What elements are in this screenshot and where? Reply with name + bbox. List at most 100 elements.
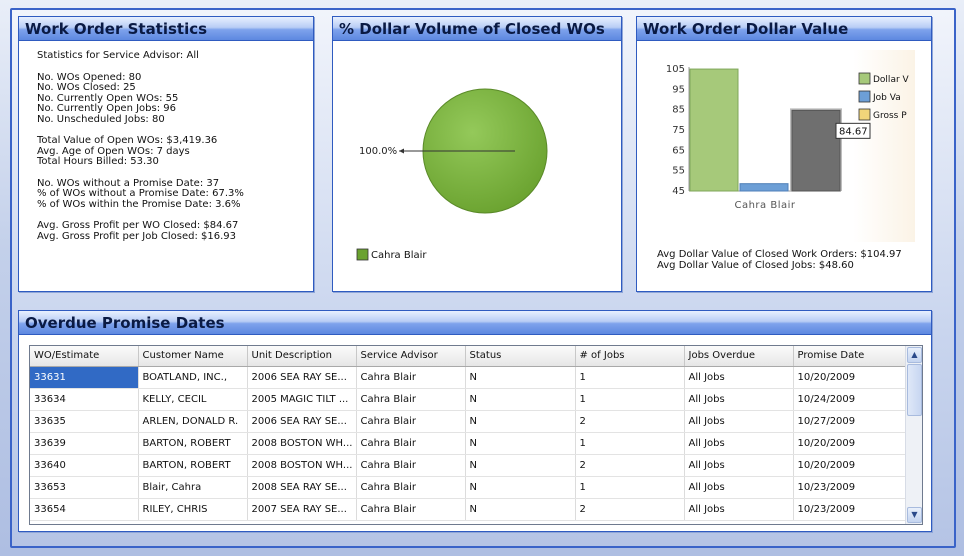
column-header[interactable]: WO/Estimate	[30, 346, 139, 367]
table-row[interactable]: 33653 Blair, Cahra 2008 SEA RAY SE... Cahra…	[30, 476, 907, 499]
table-cell[interactable]: 10/20/2009	[793, 454, 907, 477]
table-cell[interactable]: 1	[575, 366, 685, 389]
column-header[interactable]: # of Jobs	[575, 346, 685, 367]
legend-label: Dollar V	[873, 75, 910, 85]
stat-line: No. Unscheduled Jobs: 80	[37, 113, 165, 125]
table-cell[interactable]: N	[465, 432, 576, 455]
y-tick-label: 45	[672, 186, 685, 197]
table-cell[interactable]: N	[465, 388, 576, 411]
table-row[interactable]: 33654 RILEY, CHRIS 2007 SEA RAY SE... Cahra…	[30, 498, 907, 521]
table-cell[interactable]: N	[465, 454, 576, 477]
table-cell[interactable]: N	[465, 476, 576, 499]
table-cell[interactable]: 2006 SEA RAY SE...	[247, 410, 357, 433]
table-cell[interactable]: 33640	[30, 454, 139, 477]
table-cell[interactable]: 10/27/2009	[793, 410, 907, 433]
legend-label: Job Va	[872, 93, 901, 103]
table-cell[interactable]: Cahra Blair	[356, 454, 466, 477]
table-cell[interactable]: ARLEN, DONALD R.	[138, 410, 248, 433]
legend-label: Cahra Blair	[371, 250, 427, 261]
table-cell[interactable]: 1	[575, 432, 685, 455]
table-cell[interactable]: 2008 BOSTON WH...	[247, 454, 357, 477]
table-row[interactable]: 33639 BARTON, ROBERT 2008 BOSTON WH... Cahr…	[30, 432, 907, 455]
column-header[interactable]: Promise Date	[793, 346, 907, 367]
table-cell[interactable]: All Jobs	[684, 476, 794, 499]
pie-chart: 100.0% Cahra Blair	[356, 88, 548, 261]
table-cell[interactable]: 2005 MAGIC TILT ...	[247, 388, 357, 411]
table-cell[interactable]: 33635	[30, 410, 139, 433]
column-header[interactable]: Unit Description	[247, 346, 357, 367]
bar-chart: 45 55 65 75 85 95 105 84.67 Cahra Blair Dollar V J…	[666, 50, 915, 242]
dollar-value-bar-panel: Work Order Dollar Value 45 55 65 75 85 95 105 8…	[636, 16, 932, 292]
table-cell[interactable]: BOATLAND, INC.,	[138, 366, 248, 389]
table-cell[interactable]: 1	[575, 476, 685, 499]
table-cell[interactable]: 2	[575, 410, 685, 433]
table-cell[interactable]: All Jobs	[684, 410, 794, 433]
table-cell[interactable]: 10/23/2009	[793, 498, 907, 521]
table-cell[interactable]: KELLY, CECIL	[138, 388, 248, 411]
table-body: 33631 BOATLAND, INC., 2006 SEA RAY SE... Ca…	[30, 366, 907, 521]
table-row[interactable]: 33640 BARTON, ROBERT 2008 BOSTON WH... Cahr…	[30, 454, 907, 477]
table-cell[interactable]: N	[465, 410, 576, 433]
table-cell[interactable]: 33653	[30, 476, 139, 499]
table-cell[interactable]: N	[465, 366, 576, 389]
table-cell[interactable]: BARTON, ROBERT	[138, 454, 248, 477]
panel-title: % Dollar Volume of Closed WOs	[333, 17, 621, 41]
stat-line: Total Value of Open WOs: $3,419.36	[37, 135, 218, 146]
column-header[interactable]: Service Advisor	[356, 346, 466, 367]
table-cell[interactable]: 33631	[30, 366, 139, 389]
table-cell[interactable]: Cahra Blair	[356, 388, 466, 411]
table-cell[interactable]: 33634	[30, 388, 139, 411]
table-cell[interactable]: Cahra Blair	[356, 498, 466, 521]
panel-title: Work Order Dollar Value	[637, 17, 931, 41]
scrollbar-thumb[interactable]	[907, 364, 922, 416]
vertical-scrollbar[interactable]: ▲ ▼	[905, 346, 922, 524]
table-cell[interactable]: Blair, Cahra	[138, 476, 248, 499]
table-cell[interactable]: Cahra Blair	[356, 432, 466, 455]
overdue-grid: WO/Estimate Customer Name Unit Description…	[29, 345, 923, 525]
table-cell[interactable]: All Jobs	[684, 366, 794, 389]
table-cell[interactable]: BARTON, ROBERT	[138, 432, 248, 455]
table-cell[interactable]: 33639	[30, 432, 139, 455]
table-cell[interactable]: 2008 BOSTON WH...	[247, 432, 357, 455]
y-tick-label: 65	[672, 145, 685, 156]
bar	[791, 109, 841, 192]
table-cell[interactable]: All Jobs	[684, 498, 794, 521]
table-cell[interactable]: 1	[575, 388, 685, 411]
table-cell[interactable]: All Jobs	[684, 454, 794, 477]
table-cell[interactable]: 2007 SEA RAY SE...	[247, 498, 357, 521]
table-cell[interactable]: All Jobs	[684, 388, 794, 411]
stat-line: No. Currently Open Jobs: 96	[37, 103, 176, 114]
table-row[interactable]: 33635 ARLEN, DONALD R. 2006 SEA RAY SE... C…	[30, 410, 907, 433]
legend-swatch	[858, 108, 871, 121]
table-cell[interactable]: 10/24/2009	[793, 388, 907, 411]
panel-title: Work Order Statistics	[19, 17, 313, 41]
table-row[interactable]: 33634 KELLY, CECIL 2005 MAGIC TILT ... Cahr…	[30, 388, 907, 411]
table-cell[interactable]: 2008 SEA RAY SE...	[247, 476, 357, 499]
legend-swatch	[356, 248, 369, 261]
table-cell[interactable]: 10/20/2009	[793, 366, 907, 389]
y-tick-label: 95	[672, 84, 685, 95]
column-header[interactable]: Customer Name	[138, 346, 248, 367]
table-cell[interactable]: Cahra Blair	[356, 410, 466, 433]
statistics-text: Statistics for Service Advisor: All No. W…	[19, 41, 313, 281]
work-order-statistics-panel: Work Order Statistics Statistics for Ser…	[18, 16, 314, 292]
table-cell[interactable]: Cahra Blair	[356, 366, 466, 389]
column-header[interactable]: Status	[465, 346, 576, 367]
table-cell[interactable]: N	[465, 498, 576, 521]
table-cell[interactable]: RILEY, CHRIS	[138, 498, 248, 521]
table-cell[interactable]: All Jobs	[684, 432, 794, 455]
stat-line: Statistics for Service Advisor: All	[37, 50, 199, 61]
chevron-down-icon[interactable]: ▼	[907, 507, 922, 523]
chevron-up-icon[interactable]: ▲	[907, 347, 922, 363]
table-cell[interactable]: 2	[575, 454, 685, 477]
table-cell[interactable]: 10/20/2009	[793, 432, 907, 455]
table-cell[interactable]: 10/23/2009	[793, 476, 907, 499]
table-cell[interactable]: 33654	[30, 498, 139, 521]
table-cell[interactable]: 2	[575, 498, 685, 521]
table-cell[interactable]: 2006 SEA RAY SE...	[247, 366, 357, 389]
column-header[interactable]: Jobs Overdue	[684, 346, 794, 367]
table-cell[interactable]: Cahra Blair	[356, 476, 466, 499]
table-row[interactable]: 33631 BOATLAND, INC., 2006 SEA RAY SE... Ca…	[30, 366, 907, 389]
